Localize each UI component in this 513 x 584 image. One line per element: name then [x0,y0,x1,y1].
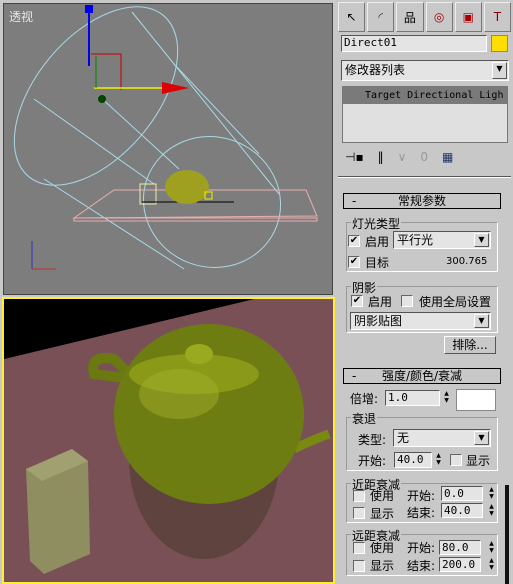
multiplier-label: 倍增: [350,392,379,406]
tab-motion[interactable]: ◎ [425,2,453,32]
shadow-type-dropdown[interactable]: 阴影贴图 ▼ [350,312,491,330]
near-use-label: 使用 [370,489,395,503]
decay-start-label: 开始: [358,454,387,468]
decay-type-dropdown[interactable]: 无 ▼ [393,429,491,447]
far-end-spinner[interactable]: ▲ ▼ [487,557,496,573]
perspective-viewport[interactable]: 透视 [3,3,333,295]
tab-hierarchy[interactable]: 品 [396,2,424,32]
shadow-on-label: 启用 [368,295,393,309]
light-on-checkbox[interactable]: ✔ [348,235,360,247]
light-type-dropdown[interactable]: 平行光 ▼ [393,231,491,249]
modify-arc-icon: ◜ [378,10,384,24]
decay-show-label: 显示 [466,454,491,468]
viewport-wireframe [13,5,318,270]
near-start-label: 开始: [407,489,436,503]
stack-toolbar: ⊣▪ ‖ ∨ 0 ▦ [345,148,510,166]
far-end-field[interactable]: 200.0 [439,557,481,572]
group-label: 衰退 [351,410,378,427]
panel-scrollbar[interactable] [505,485,509,584]
near-use-checkbox[interactable] [353,490,365,502]
object-name-field[interactable]: Direct01 [341,35,487,52]
tab-utilities[interactable]: T [483,2,512,32]
tab-modify[interactable]: ◜ [367,2,395,32]
tab-create[interactable]: ↖ [338,2,366,32]
rollout-title: 常规参数 [397,194,446,208]
near-end-spinner[interactable]: ▲ ▼ [487,503,496,519]
near-start-field[interactable]: 0.0 [441,486,483,501]
near-show-label: 显示 [370,507,395,521]
modifier-list-label: 修改器列表 [345,63,406,77]
target-label: 目标 [365,256,390,270]
stack-item[interactable]: Target Directional Ligh [343,87,507,104]
near-start-spinner[interactable]: ▲ ▼ [487,486,496,502]
cursor-star-icon: ↖ [346,10,357,24]
far-use-checkbox[interactable] [353,542,365,554]
light-color-swatch[interactable] [456,389,496,411]
shadow-on-checkbox[interactable]: ✔ [351,295,363,307]
decay-start-spinner[interactable]: ▲ ▼ [434,452,443,468]
far-use-label: 使用 [370,541,395,555]
near-end-field[interactable]: 40.0 [441,503,483,518]
chevron-down-icon: ▼ [474,233,489,247]
configure-modifier-sets-icon[interactable]: ▦ [442,150,453,164]
motion-wheel-icon: ◎ [433,10,445,24]
decay-type-value: 无 [397,431,410,445]
chevron-down-icon: ▼ [474,431,489,445]
use-global-settings-label: 使用全局设置 [419,295,492,309]
pin-stack-icon[interactable]: ⊣▪ [345,150,364,164]
command-panel-tabs: ↖ ◜ 品 ◎ ▣ T [338,2,512,32]
collapse-icon: - [352,194,357,208]
collapse-icon: - [352,369,357,383]
light-type-value: 平行光 [397,233,434,247]
make-unique-icon[interactable]: ∨ [398,150,407,164]
multiplier-spinner[interactable]: ▲ ▼ [442,390,451,406]
far-show-checkbox[interactable] [353,560,365,572]
decay-type-label: 类型: [358,433,387,447]
far-start-label: 开始: [407,541,436,555]
rendered-viewport[interactable] [2,297,335,584]
object-color-swatch[interactable] [491,35,508,52]
intensity-rollout-header[interactable]: - 强度/颜色/衰减 [343,368,501,384]
tab-display[interactable]: ▣ [454,2,482,32]
modifier-stack: Target Directional Ligh [342,86,508,143]
general-parameters-rollout-header[interactable]: - 常规参数 [343,193,501,209]
decay-start-field[interactable]: 40.0 [394,452,432,468]
far-show-label: 显示 [370,559,395,573]
use-global-settings-checkbox[interactable] [401,295,413,307]
group-label: 灯光类型 [351,215,402,232]
show-end-result-icon[interactable]: ‖ [378,150,384,164]
target-checkbox[interactable]: ✔ [348,256,360,268]
remove-modifier-icon[interactable]: 0 [420,150,428,164]
box-object [139,183,157,205]
chevron-down-icon: ▼ [492,62,507,79]
render-scene [4,299,333,582]
rollout-title: 强度/颜色/衰减 [381,369,463,383]
teapot-object [165,170,209,204]
chevron-down-icon: ▼ [474,314,489,328]
target-distance: 300.765 [446,256,488,267]
hammer-icon: T [493,10,502,24]
divider [338,176,511,178]
shadow-type-value: 阴影贴图 [354,314,403,328]
modifier-list-dropdown[interactable]: 修改器列表 ▼ [341,60,509,81]
exclude-button[interactable]: 排除... [444,336,496,354]
hierarchy-icon: 品 [403,10,416,25]
light-on-label: 启用 [365,235,390,249]
viewport-label[interactable]: 透视 [9,8,33,25]
far-end-label: 结束: [407,559,436,573]
display-monitor-icon: ▣ [462,10,474,24]
near-end-label: 结束: [407,506,436,520]
far-start-field[interactable]: 80.0 [439,540,481,555]
far-start-spinner[interactable]: ▲ ▼ [487,540,496,556]
decay-show-checkbox[interactable] [450,454,462,466]
near-show-checkbox[interactable] [353,507,365,519]
multiplier-field[interactable]: 1.0 [385,390,440,406]
